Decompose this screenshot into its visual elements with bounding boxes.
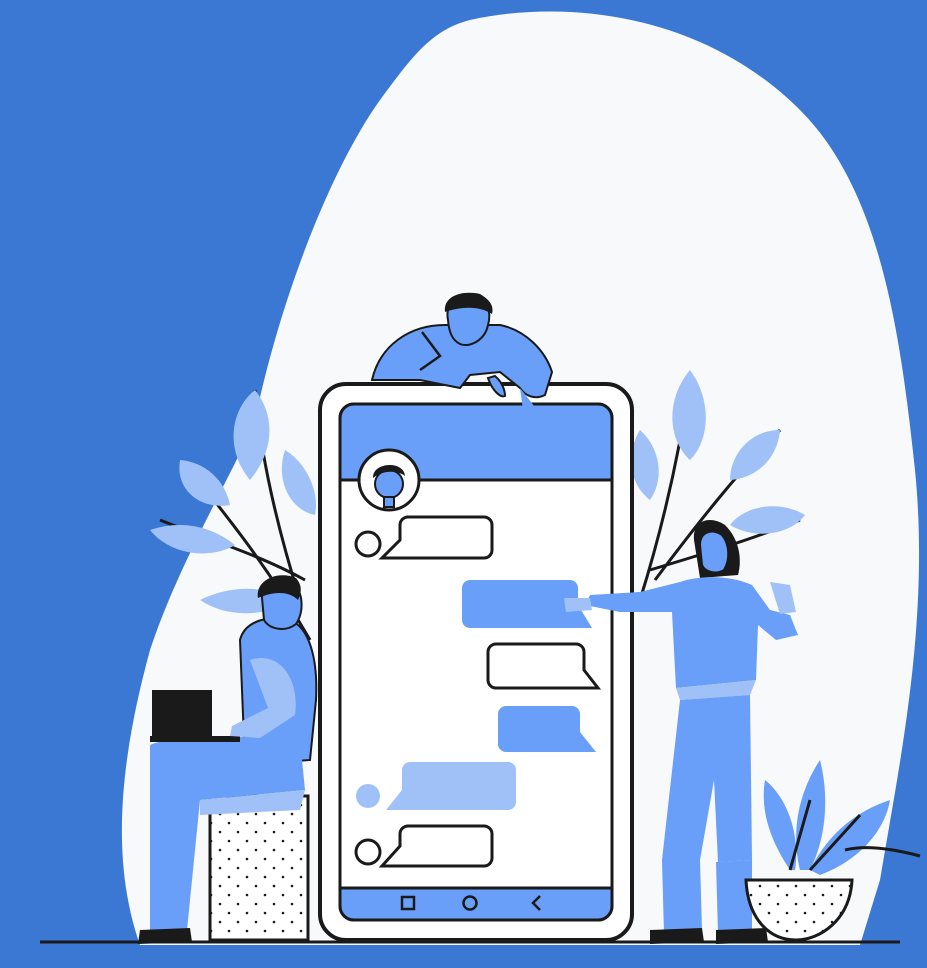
illustration-canvas — [40, 11, 921, 945]
illustration-scene — [0, 0, 927, 968]
laptop-icon — [152, 690, 212, 736]
smartphone — [318, 382, 634, 942]
contact-avatar — [357, 448, 421, 512]
message-bubble-outgoing[interactable] — [486, 642, 602, 690]
phone-nav-bar — [338, 886, 614, 922]
